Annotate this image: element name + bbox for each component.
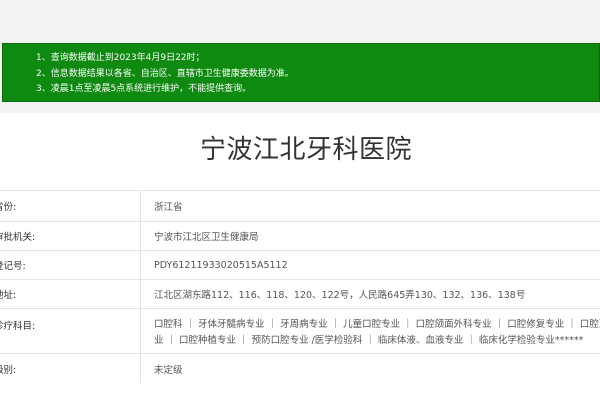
info-value: 宁波市江北区卫生健康局 <box>154 232 259 243</box>
info-label: 地址: <box>0 290 17 301</box>
info-label: 省份: <box>0 202 17 213</box>
divider <box>140 354 141 383</box>
divider <box>140 309 141 353</box>
info-row-approval-authority: 审批机关: 宁波市江北区卫生健康局 <box>0 221 600 250</box>
info-row-province: 省份: 浙江省 <box>0 190 600 221</box>
info-value: 口腔科 ｜ 牙体牙髓病专业 ｜ 牙周病专业 ｜ 儿童口腔专业 ｜ 口腔颌面外科专… <box>154 309 600 353</box>
info-value: PDY61211933020515A5112 <box>154 259 288 271</box>
hospital-name: 宁波江北牙科医院 <box>199 135 412 165</box>
notice-line-3: 3、凌晨1点至凌晨5点系统进行维护，不能提供查询。 <box>36 84 252 94</box>
info-label: 诊疗科目: <box>0 321 36 332</box>
info-label: 登记号: <box>0 261 26 272</box>
departments-line-1: 口腔科 ｜ 牙体牙髓病专业 ｜ 牙周病专业 ｜ 儿童口腔专业 ｜ 口腔颌面外科专… <box>154 319 600 330</box>
info-label: 审批机关: <box>0 232 36 243</box>
divider <box>140 251 141 279</box>
divider <box>140 222 141 250</box>
divider <box>140 280 141 308</box>
info-row-level: 级别: 未定级 <box>0 353 600 383</box>
departments-line-2: 业 ｜ 口腔种植专业 ｜ 预防口腔专业 /医学检验科 ｜ 临床体液、血液专业 ｜… <box>154 335 584 346</box>
info-row-departments: 诊疗科目: 口腔科 ｜ 牙体牙髓病专业 ｜ 牙周病专业 ｜ 儿童口腔专业 ｜ 口… <box>0 308 600 353</box>
info-table: 省份: 浙江省 审批机关: 宁波市江北区卫生健康局 登记号: PDY612119… <box>0 190 600 383</box>
info-row-registration-number: 登记号: PDY61211933020515A5112 <box>0 250 600 279</box>
info-value: 江北区湖东路112、116、118、120、122号，人民路645弄130、13… <box>154 290 526 301</box>
divider <box>140 191 141 221</box>
info-value: 未定级 <box>154 364 183 376</box>
info-label: 级别: <box>0 364 17 376</box>
notice-banner: 1、查询数据截止到2023年4月9日22时； 2、信息数据结果以各省、自治区、直… <box>2 43 600 102</box>
page: 1、查询数据截止到2023年4月9日22时； 2、信息数据结果以各省、自治区、直… <box>0 0 600 400</box>
hospital-card: 宁波江北牙科医院 省份: 浙江省 审批机关: 宁波市江北区卫生健康局 登记号: … <box>0 113 600 400</box>
notice-line-2: 2、信息数据结果以各省、自治区、直辖市卫生健康委数据为准。 <box>36 68 294 79</box>
notice-line-1: 1、查询数据截止到2023年4月9日22时； <box>36 53 205 63</box>
info-row-address: 地址: 江北区湖东路112、116、118、120、122号，人民路645弄13… <box>0 279 600 308</box>
info-value: 浙江省 <box>154 202 183 213</box>
